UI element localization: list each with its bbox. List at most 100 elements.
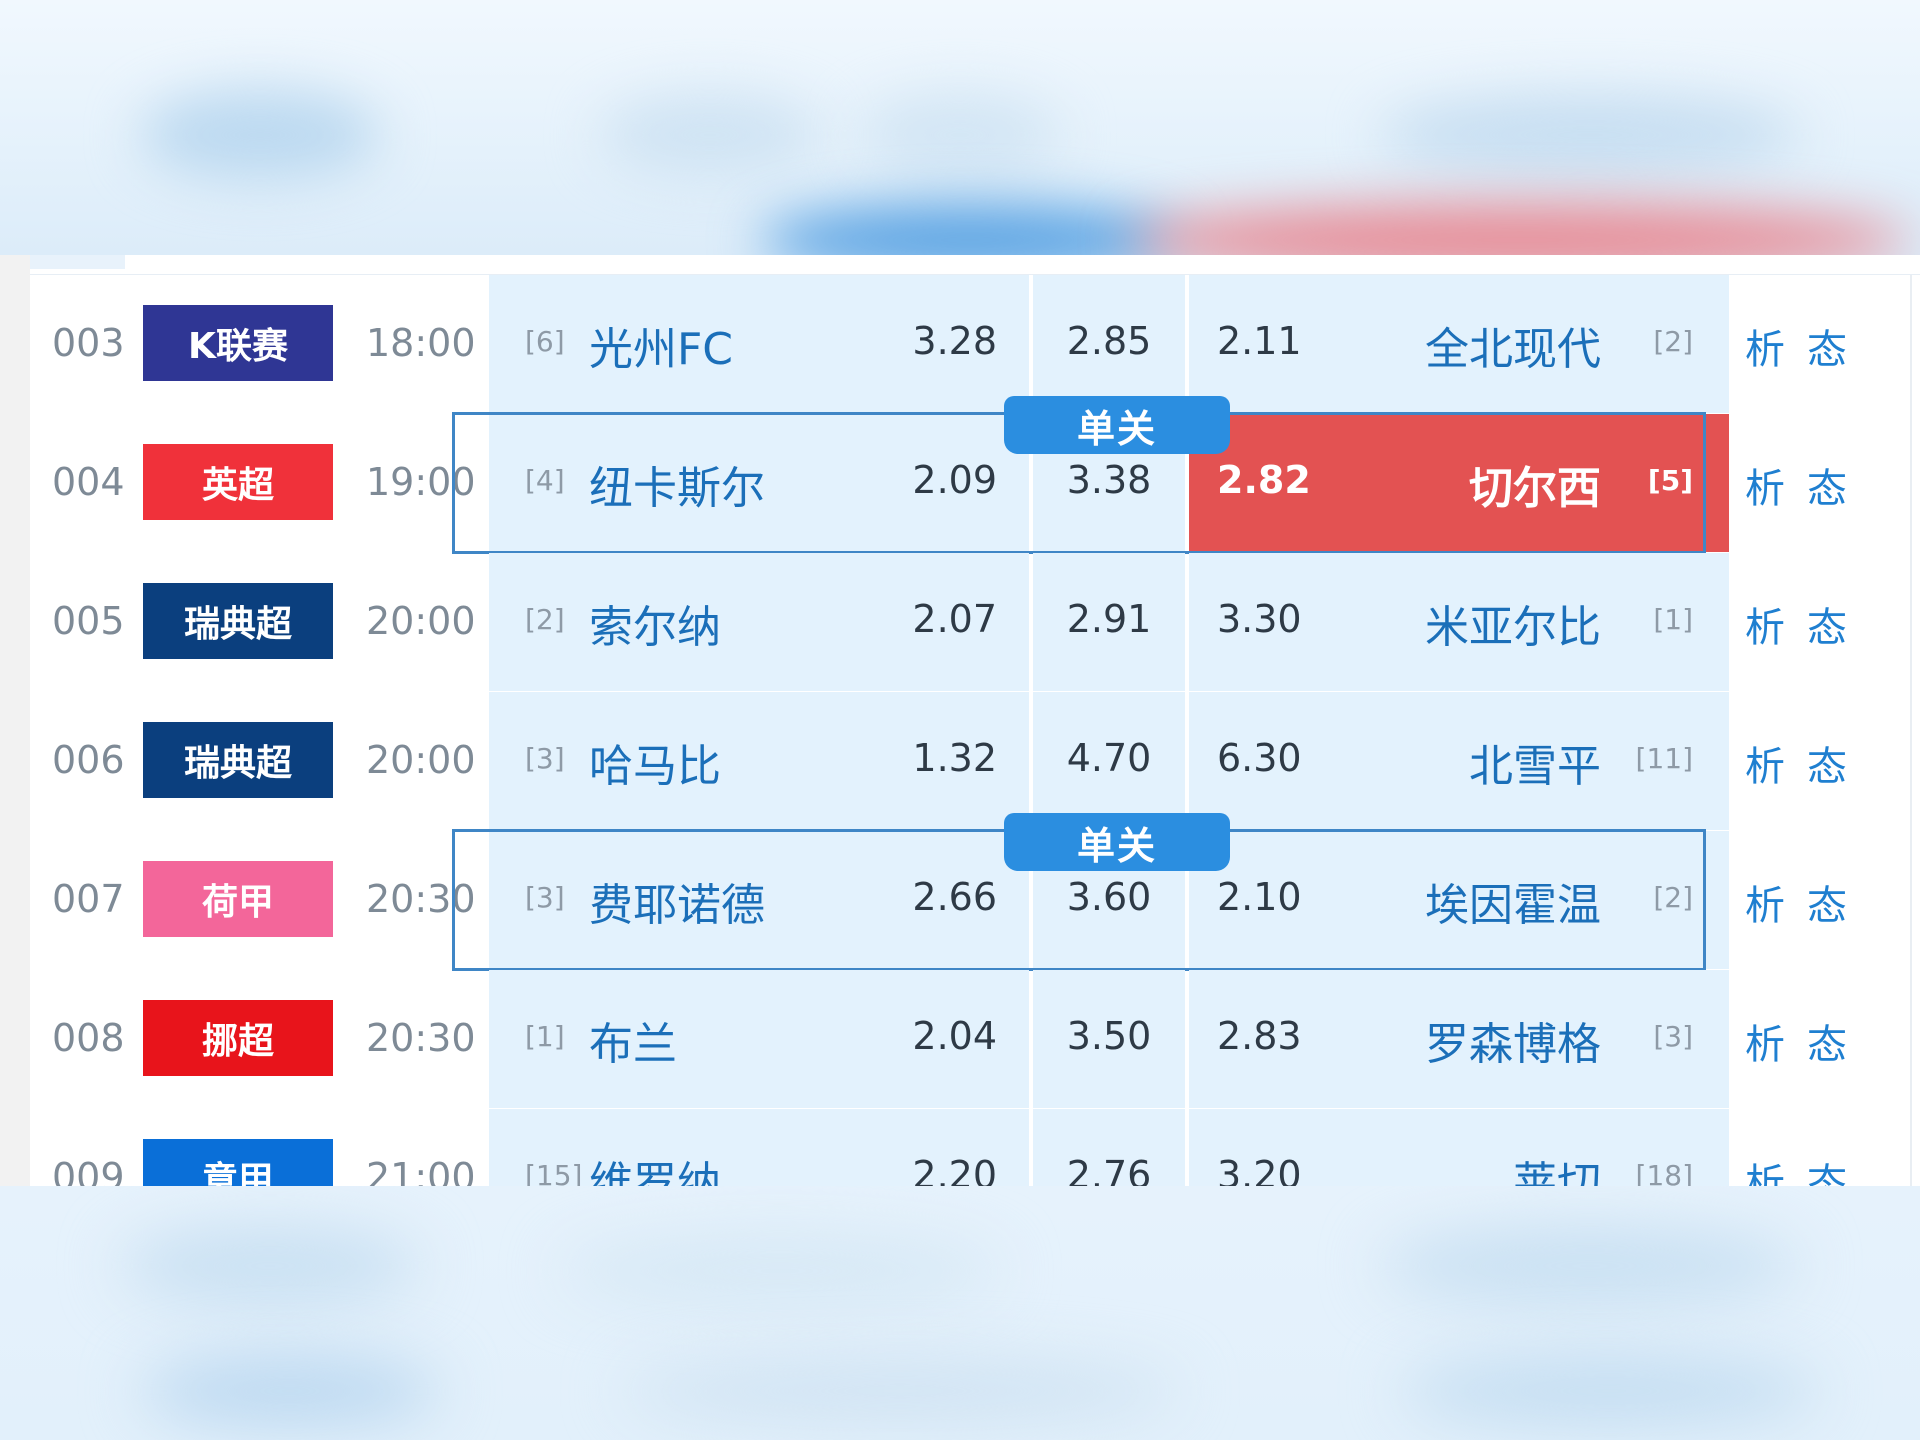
blur-blob xyxy=(1130,205,1910,255)
draw-odds: 4.70 xyxy=(1066,736,1152,780)
status-link[interactable]: 态 xyxy=(1807,734,1847,792)
league-badge: 英超 xyxy=(143,444,333,520)
home-rank: [6] xyxy=(525,325,565,358)
draw-cell[interactable]: 4.70 xyxy=(1033,692,1185,830)
kickoff-time: 20:30 xyxy=(366,1016,476,1060)
home-odds: 2.07 xyxy=(912,597,997,641)
status-link[interactable]: 态 xyxy=(1807,317,1847,375)
home-rank: [2] xyxy=(525,603,565,636)
analysis-link[interactable]: 析 xyxy=(1745,1151,1785,1186)
match-number: 003 xyxy=(52,321,125,365)
league-badge: 意甲 xyxy=(143,1139,333,1186)
blur-blob xyxy=(1380,1226,1800,1306)
away-win-cell[interactable]: 2.11 全北现代 [2] xyxy=(1189,275,1729,413)
home-odds: 2.04 xyxy=(912,1014,997,1058)
analysis-link[interactable]: 析 xyxy=(1745,1012,1785,1070)
home-win-cell[interactable]: [3] 哈马比 1.32 xyxy=(489,692,1029,830)
home-rank: [1] xyxy=(525,1020,565,1053)
status-link[interactable]: 态 xyxy=(1807,873,1847,931)
match-links: 析态 xyxy=(1745,734,1869,792)
home-team: 索尔纳 xyxy=(589,602,721,653)
blur-blob xyxy=(760,205,1180,255)
analysis-link[interactable]: 析 xyxy=(1745,734,1785,792)
draw-cell[interactable]: 2.76 xyxy=(1033,1109,1185,1186)
match-number: 008 xyxy=(52,1016,125,1060)
league-badge: 挪超 xyxy=(143,1000,333,1076)
away-odds: 2.83 xyxy=(1217,1014,1302,1058)
away-rank: [3] xyxy=(1653,1020,1693,1053)
kickoff-time: 20:00 xyxy=(366,599,476,643)
blurred-header xyxy=(0,0,1920,255)
draw-cell[interactable]: 3.50 xyxy=(1033,970,1185,1108)
home-win-cell[interactable]: [6] 光州FC 3.28 xyxy=(489,275,1029,413)
status-link[interactable]: 态 xyxy=(1807,595,1847,653)
away-rank: [1] xyxy=(1653,603,1693,636)
blur-blob xyxy=(560,1236,1000,1306)
single-bet-tag: 单关 xyxy=(1004,396,1230,454)
match-row: 005 瑞典超 20:00 [2] 索尔纳 2.07 2.91 3.30 米亚尔比 [1] 析态 xyxy=(30,553,1910,691)
analysis-link[interactable]: 析 xyxy=(1745,873,1785,931)
league-badge: 荷甲 xyxy=(143,861,333,937)
analysis-link[interactable]: 析 xyxy=(1745,595,1785,653)
match-list-panel: 003 K联赛 18:00 [6] 光州FC 3.28 2.85 2.11 全北现代 [2] 析态 0… xyxy=(0,255,1920,1186)
away-win-cell[interactable]: 3.20 莱切 [18] xyxy=(1189,1109,1729,1186)
league-badge: 瑞典超 xyxy=(143,722,333,798)
match-links: 析态 xyxy=(1745,1151,1869,1186)
home-win-cell[interactable]: [15] 维罗纳 2.20 xyxy=(489,1109,1029,1186)
home-odds: 2.20 xyxy=(912,1153,997,1186)
blur-blob xyxy=(600,95,820,175)
home-team: 哈马比 xyxy=(589,741,721,792)
home-team: 光州FC xyxy=(589,324,734,375)
match-row: 008 挪超 20:30 [1] 布兰 2.04 3.50 2.83 罗森博格 [3] 析态 xyxy=(30,970,1910,1108)
analysis-link[interactable]: 析 xyxy=(1745,456,1785,514)
blur-blob xyxy=(120,1226,420,1306)
blurred-footer xyxy=(0,1186,1920,1440)
kickoff-time: 21:00 xyxy=(366,1155,476,1186)
blur-blob xyxy=(140,90,380,180)
match-row: 009 意甲 21:00 [15] 维罗纳 2.20 2.76 3.20 莱切 [18] 析态 xyxy=(30,1109,1910,1186)
league-badge: K联赛 xyxy=(143,305,333,381)
away-odds: 6.30 xyxy=(1217,736,1302,780)
away-team: 全北现代 xyxy=(1425,324,1601,375)
away-odds: 3.20 xyxy=(1217,1153,1302,1186)
match-number: 005 xyxy=(52,599,125,643)
home-rank: [3] xyxy=(525,742,565,775)
match-number: 009 xyxy=(52,1155,125,1186)
single-bet-tag: 单关 xyxy=(1004,813,1230,871)
blur-blob xyxy=(860,95,1060,175)
status-link[interactable]: 态 xyxy=(1807,456,1847,514)
away-win-cell[interactable]: 6.30 北雪平 [11] xyxy=(1189,692,1729,830)
league-badge: 瑞典超 xyxy=(143,583,333,659)
kickoff-time: 18:00 xyxy=(366,321,476,365)
away-odds: 2.11 xyxy=(1217,319,1302,363)
analysis-link[interactable]: 析 xyxy=(1745,317,1785,375)
draw-odds: 2.85 xyxy=(1066,319,1152,363)
home-team: 维罗纳 xyxy=(589,1158,721,1186)
left-gutter xyxy=(0,255,30,1186)
away-win-cell[interactable]: 3.30 米亚尔比 [1] xyxy=(1189,553,1729,691)
match-number: 006 xyxy=(52,738,125,782)
away-win-cell[interactable]: 2.83 罗森博格 [3] xyxy=(1189,970,1729,1108)
draw-cell[interactable]: 2.85 xyxy=(1033,275,1185,413)
panel-top-line xyxy=(30,255,1920,275)
blur-blob xyxy=(1380,95,1800,175)
home-odds: 1.32 xyxy=(912,736,997,780)
home-team: 布兰 xyxy=(589,1019,677,1070)
draw-odds: 3.50 xyxy=(1066,1014,1152,1058)
away-rank: [11] xyxy=(1635,742,1693,775)
blur-blob xyxy=(140,1356,440,1426)
match-links: 析态 xyxy=(1745,317,1869,375)
draw-cell[interactable]: 2.91 xyxy=(1033,553,1185,691)
match-links: 析态 xyxy=(1745,456,1869,514)
match-links: 析态 xyxy=(1745,595,1869,653)
home-win-cell[interactable]: [2] 索尔纳 2.07 xyxy=(489,553,1029,691)
away-rank: [18] xyxy=(1635,1159,1693,1186)
home-win-cell[interactable]: [1] 布兰 2.04 xyxy=(489,970,1029,1108)
draw-odds: 2.91 xyxy=(1066,597,1152,641)
status-link[interactable]: 态 xyxy=(1807,1012,1847,1070)
away-rank: [2] xyxy=(1653,325,1693,358)
home-odds: 3.28 xyxy=(912,319,997,363)
status-link[interactable]: 态 xyxy=(1807,1151,1847,1186)
match-links: 析态 xyxy=(1745,873,1869,931)
away-team: 米亚尔比 xyxy=(1425,602,1601,653)
